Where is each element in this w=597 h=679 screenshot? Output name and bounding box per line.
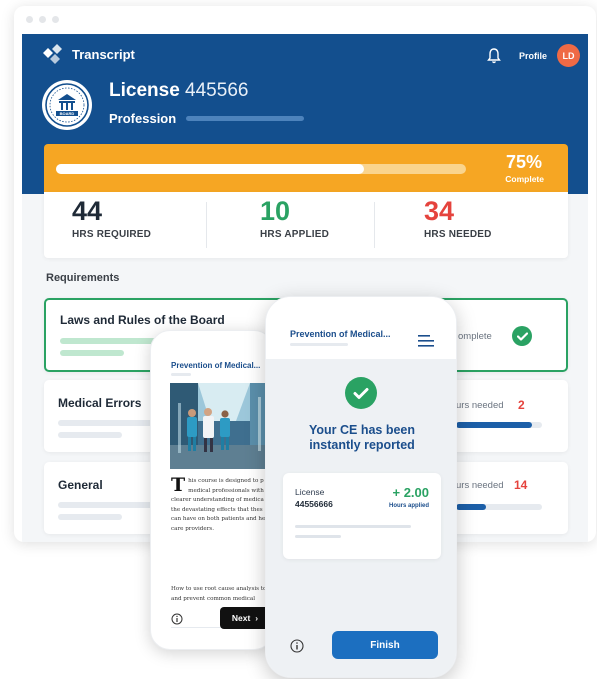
course-paragraph: How to use root cause analysis to and pr… [171,586,267,602]
app-name: Transcript [72,46,135,62]
window-dot-minimize[interactable] [39,16,46,23]
requirement-hours-needed: 14 [514,478,528,492]
requirement-hours-needed: 2 [518,398,525,412]
success-message-line: Your CE has been [308,423,416,437]
board-seal-graphic: BOARD [45,83,89,127]
requirement-status: urs needed [456,400,504,411]
board-seal-icon: BOARD [42,80,92,130]
next-label: Next [231,613,251,623]
profession-row: Profession [109,111,305,126]
course-phone: Prevention of Medical... This course is … [150,330,274,650]
hours-stats-card: 44 HRS REQUIRED 10 HRS APPLIED 34 HRS NE… [44,192,568,258]
profession-placeholder-bar [186,116,305,121]
placeholder-line [60,350,124,356]
license-number: 44556666 [295,499,333,509]
placeholder-line [171,373,191,376]
requirement-status: omplete [458,331,492,342]
window-dot-close[interactable] [26,16,33,23]
license-number: 445566 [185,80,249,101]
placeholder-line [295,525,411,528]
stat-applied: 10 HRS APPLIED [260,196,329,240]
stat-needed-value: 34 [424,196,455,226]
course-paragraph: his course is designed to p medical prof… [171,478,266,532]
success-message-line: instantly reported [309,438,415,452]
stat-divider [374,202,375,248]
license-hours-card: License 44556666 + 2.00 Hours applied [283,473,441,559]
bell-icon[interactable] [487,47,501,64]
hours-applied-label: Hours applied [388,503,429,509]
header-actions: Profile LD [487,44,580,67]
window-controls [26,16,59,23]
progress-complete-label: Complete [505,174,544,184]
stat-required-label: HRS REQUIRED [72,229,152,240]
profession-label: Profession [109,111,177,126]
course-title: Prevention of Medical... [290,329,391,339]
transcript-logo-icon [43,44,62,64]
stat-applied-label: HRS APPLIED [260,229,330,240]
stat-required-value: 44 [72,196,103,226]
stat-divider [206,202,207,248]
stat-needed: 34 HRS NEEDED [424,196,492,240]
stat-required: 44 HRS REQUIRED [72,196,151,240]
requirement-name: Medical Errors [58,396,142,410]
hours-applied-value: + 2.00 [392,485,429,500]
chevron-right-icon: › [255,613,259,623]
success-message: Your CE has been instantly reported [266,423,456,453]
stage: Transcript Profile LD BOARD License 4455… [0,0,597,679]
requirement-name: Laws and Rules of the Board [60,313,225,327]
requirement-progress-track [456,422,542,428]
placeholder-line [295,535,341,538]
dropcap-letter: T [171,474,186,496]
avatar[interactable]: LD [557,44,580,67]
brand[interactable]: Transcript [42,44,135,64]
placeholder-line [58,514,122,520]
finish-button[interactable]: Finish [332,631,438,659]
check-icon [512,326,532,346]
svg-text:BOARD: BOARD [60,111,75,116]
menu-icon[interactable] [418,335,434,347]
course-description: This course is designed to p medical pro… [171,474,271,534]
progress-card: 75% Complete [44,144,568,192]
requirement-progress-fill [456,504,487,510]
progress-percent: 75% [505,152,542,172]
phone-header: Prevention of Medical... [266,297,456,359]
placeholder-line [290,343,348,346]
info-icon[interactable] [171,613,183,625]
confirmation-phone: Prevention of Medical... Your CE has bee… [265,296,457,678]
requirements-heading: Requirements [46,272,120,284]
course-title: Prevention of Medical... [171,361,261,370]
progress-track [56,164,466,174]
progress-fill [56,164,364,174]
stat-needed-label: HRS NEEDED [424,229,492,240]
license-title: License [109,80,180,101]
placeholder-line [58,432,122,438]
next-button[interactable]: Next › [220,607,270,629]
license-heading: License 445566 [109,80,248,102]
info-icon[interactable] [290,639,304,653]
requirement-status: urs needed [456,480,504,491]
window-dot-maximize[interactable] [52,16,59,23]
success-check-icon [345,377,377,409]
license-label: License [295,487,325,497]
stat-applied-value: 10 [260,196,291,226]
requirement-progress-fill [456,422,532,428]
profile-link[interactable]: Profile [519,51,547,61]
requirement-name: General [58,478,103,492]
requirement-progress-track [456,504,542,510]
hospital-staff-photo [170,383,273,469]
